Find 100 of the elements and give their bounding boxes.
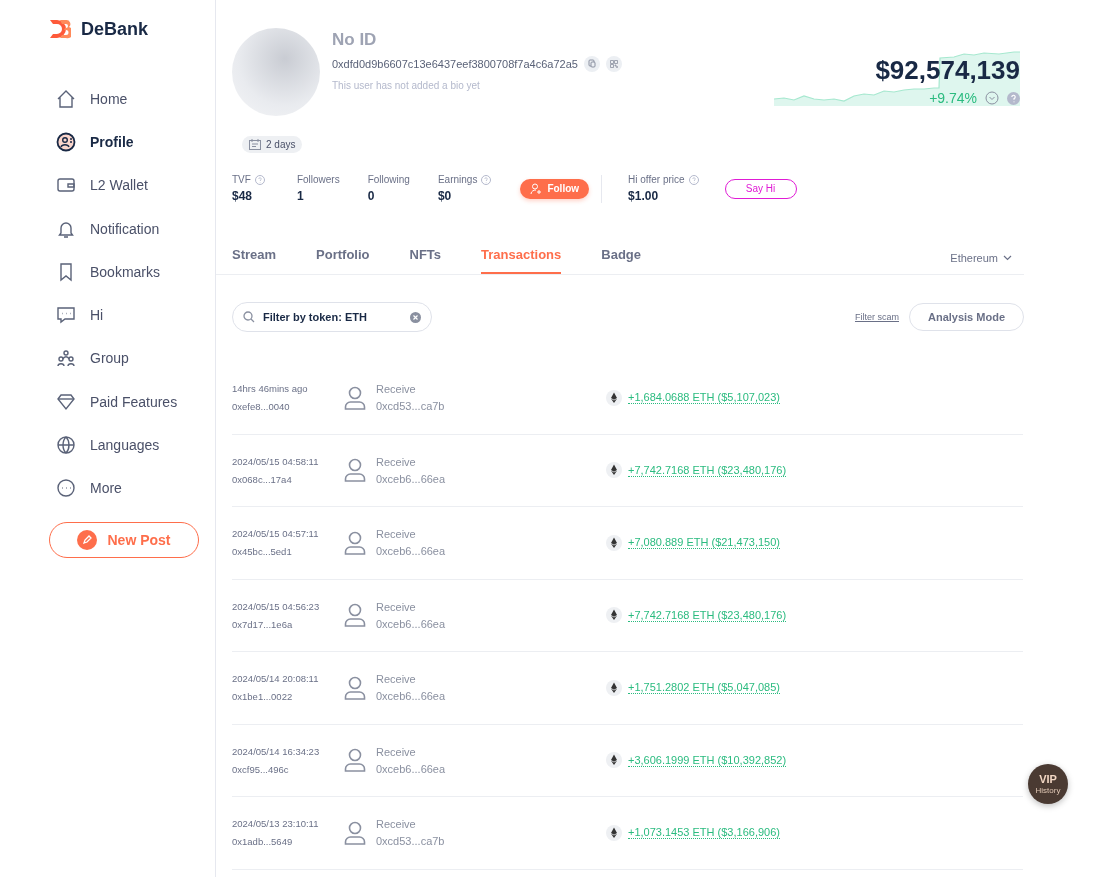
transaction-time: 2024/05/15 04:57:11 [232,528,320,540]
counterparty-address[interactable]: 0xceb6...66ea [376,617,606,630]
nav-item[interactable]: Profile [56,120,215,164]
transaction-amount[interactable]: +1,751.2802 ETH ($5,047,085) [628,681,780,695]
analysis-mode-button[interactable]: Analysis Mode [909,303,1024,331]
stat-label: Earnings [437,174,478,185]
ethereum-icon [606,462,622,479]
transaction-time: 2024/05/15 04:56:23 [232,600,321,612]
transaction-amount[interactable]: +1,073.1453 ETH ($3,166,906) [628,826,780,840]
add-user-icon [530,182,543,195]
nav-item[interactable]: More [56,466,215,510]
transaction-amount[interactable]: +1,684.0688 ETH ($5,107,023) [628,391,780,405]
tab[interactable]: Stream [232,247,277,274]
stat-label: Followers [296,174,340,185]
counterparty-address[interactable]: 0xceb6...66ea [376,472,606,485]
transaction-hash[interactable]: 0x1be1...0022 [232,691,344,703]
user-icon [344,675,366,700]
ethereum-icon [606,534,622,551]
user-icon [344,530,366,555]
chevron-down-icon[interactable] [985,91,999,105]
stat-value: $48 [232,189,254,203]
counterparty-address[interactable]: 0xcd53...ca7b [376,835,606,848]
bio-text: This user has not added a bio yet [332,80,481,91]
logo-icon [49,18,71,40]
ethereum-icon [606,679,622,696]
transaction-amount[interactable]: +7,742.7168 ETH ($23,480,176) [628,463,787,477]
follow-button[interactable]: Follow [520,178,590,199]
stat-value: $1.00 [628,189,660,203]
stat-label: TVF [232,174,251,185]
transaction-amount[interactable]: +3,606.1999 ETH ($10,392,852) [628,753,787,767]
transaction-amount[interactable]: +7,080.889 ETH ($21,473,150) [628,536,780,550]
say-hi-button[interactable]: Say Hi [724,178,797,199]
copy-icon[interactable] [583,56,600,72]
chat-icon [56,305,76,326]
transaction-type: Receive [376,818,417,831]
transaction-time: 2024/05/14 20:08:11 [232,673,320,685]
counterparty-address[interactable]: 0xceb6...66ea [376,690,606,703]
tab[interactable]: Badge [601,247,641,274]
nav-item[interactable]: Paid Features [56,380,215,424]
ethereum-icon [606,752,622,769]
clear-icon[interactable] [410,311,421,323]
chevron-down-icon [1003,255,1012,261]
tab[interactable]: Transactions [481,247,562,274]
transaction-time: 14hrs 46mins ago [232,383,309,395]
user-icon [344,603,366,628]
stat-value: 0 [367,189,376,203]
filter-scam-link[interactable]: Filter scam [855,312,899,322]
transaction-hash[interactable]: 0x45bc...5ed1 [232,546,344,558]
transaction-type: Receive [376,383,417,396]
transaction-type: Receive [376,528,417,541]
transaction-hash[interactable]: 0x1adb...5649 [232,836,344,848]
user-icon [344,458,366,483]
user-icon [344,820,366,845]
nav-item[interactable]: Group [56,336,215,381]
help-icon[interactable] [254,174,265,185]
transaction-hash[interactable]: 0x7d17...1e6a [232,618,344,630]
nav-item[interactable]: Languages [56,423,215,467]
transaction-amount[interactable]: +7,742.7168 ETH ($23,480,176) [628,608,787,622]
net-worth-change: +9.74% [929,90,977,106]
transaction-type: Receive [376,673,417,686]
ethereum-icon [606,389,622,406]
tab[interactable]: NFTs [409,247,442,274]
counterparty-address[interactable]: 0xcd53...ca7b [376,400,606,413]
vip-history-button[interactable]: VIP History [1028,764,1068,804]
transaction-hash[interactable]: 0xefe8...0040 [232,401,344,413]
profile-icon [56,131,76,152]
nav-item[interactable]: L2 Wallet [56,163,215,207]
wallet-address: 0xdfd0d9b6607c13e6437eef3800708f7a4c6a72a5 [332,58,578,70]
nav-item[interactable]: Notification [56,206,215,251]
group-icon [56,348,76,369]
nav-item[interactable]: Hi [56,293,215,337]
help-icon[interactable] [1007,91,1020,105]
profile-name: No ID [332,30,378,50]
transaction-hash[interactable]: 0x068c...17a4 [232,473,344,485]
pencil-icon [77,529,98,550]
stat-label: Hi offer price [628,174,685,185]
help-icon[interactable] [688,174,699,185]
transaction-time: 2024/05/13 23:10:11 [232,818,320,830]
transaction-type: Receive [376,600,417,613]
transaction-hash[interactable]: 0xcf95...496c [232,763,344,775]
transaction-type: Receive [376,745,417,758]
counterparty-address[interactable]: 0xceb6...66ea [376,762,606,775]
new-post-button[interactable]: New Post [49,521,199,558]
help-icon[interactable] [481,174,492,185]
qr-code-icon[interactable] [605,56,622,72]
globe-icon [56,435,76,455]
net-worth-value: $92,574,139 [874,55,1020,86]
ethereum-icon [606,824,622,841]
nav-item[interactable]: Bookmarks [56,250,215,294]
brand-name: DeBank [81,18,149,40]
transaction-type: Receive [376,455,417,468]
user-icon [344,385,366,410]
ethereum-icon [606,607,622,624]
nav-item[interactable]: Home [56,77,215,121]
tab[interactable]: Portfolio [316,247,370,274]
search-icon [243,311,255,323]
counterparty-address[interactable]: 0xceb6...66ea [376,545,606,558]
chain-dropdown[interactable]: Ethereum [950,252,1012,274]
diamond-icon [56,391,76,412]
calendar-icon [249,139,261,150]
